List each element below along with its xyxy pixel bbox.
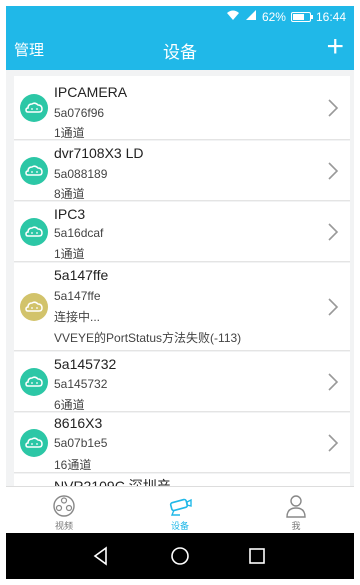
cloud-status-icon — [20, 293, 48, 321]
add-device-button[interactable]: + — [326, 32, 344, 62]
chevron-right-icon — [328, 99, 339, 117]
cloud-status-icon — [20, 429, 48, 457]
device-row[interactable]: 5a147ffe 5a147ffe 连接中... VVEYE的PortStatu… — [14, 263, 350, 351]
wifi-icon — [226, 9, 240, 24]
clock: 16:44 — [315, 9, 346, 24]
title-bar: 管理 设备 + — [6, 28, 354, 70]
device-name: IPC3 — [54, 206, 86, 222]
film-reel-icon — [53, 495, 75, 517]
nav-me[interactable]: 我 — [238, 487, 354, 534]
device-id: 5a07b1e5 — [54, 436, 108, 450]
system-nav-bar — [6, 533, 354, 579]
device-id: 5a147ffe — [54, 289, 101, 303]
device-channels: 1通道 — [54, 247, 85, 261]
cloud-status-icon — [20, 368, 48, 396]
device-id: 5a16dcaf — [54, 226, 104, 240]
back-triangle-icon[interactable] — [90, 545, 112, 567]
device-row[interactable]: dvr7108X3 LD 5a088189 8通道 — [14, 141, 350, 201]
camera-icon — [169, 498, 192, 516]
nav-video-label: 视频 — [54, 521, 73, 531]
device-channels: 6通道 — [54, 398, 85, 412]
device-row[interactable]: 5a145732 5a145732 6通道 — [14, 352, 350, 412]
device-row[interactable]: 8616X3 5a07b1e5 16通道 — [14, 413, 350, 473]
signal-icon — [245, 9, 257, 24]
device-name: dvr7108X3 LD — [54, 145, 144, 161]
device-id: 5a145732 — [54, 377, 108, 391]
device-list: IPCAMERA 5a076f96 1通道 dvr7108X3 LD 5a088… — [6, 70, 354, 486]
chevron-right-icon — [328, 434, 339, 452]
bottom-nav: 视频 设备 我 — [6, 486, 354, 533]
device-channels: 8通道 — [54, 187, 85, 201]
device-name: 8616X3 — [54, 415, 103, 431]
chevron-right-icon — [328, 162, 339, 180]
chevron-right-icon — [328, 298, 339, 316]
device-row[interactable]: IPCAMERA 5a076f96 1通道 — [14, 76, 350, 140]
device-name: 5a147ffe — [54, 267, 109, 283]
device-row[interactable]: NVR2109C 深圳产 — [14, 474, 350, 486]
status-right: 62% 16:44 — [226, 9, 346, 24]
recents-square-icon[interactable] — [246, 545, 268, 567]
person-icon — [286, 495, 306, 518]
cloud-status-icon — [20, 94, 48, 122]
device-channels: 16通道 — [54, 458, 92, 472]
device-id: 5a076f96 — [54, 106, 105, 120]
nav-devices[interactable]: 设备 — [122, 487, 238, 534]
cloud-status-icon — [20, 157, 48, 185]
home-circle-icon[interactable] — [169, 545, 191, 567]
nav-me-label: 我 — [291, 521, 301, 531]
status-bar: 62% 16:44 — [6, 6, 354, 28]
nav-video[interactable]: 视频 — [6, 487, 122, 534]
battery-icon — [290, 11, 313, 22]
error-message: VVEYE的PortStatus方法失败(-113) — [54, 331, 242, 345]
chevron-right-icon — [328, 373, 339, 391]
device-name: NVR2109C 深圳产 — [54, 478, 171, 486]
device-channels: 1通道 — [54, 126, 85, 140]
device-name: 5a145732 — [54, 356, 117, 372]
connection-state: 连接中... — [54, 310, 101, 324]
chevron-right-icon — [328, 223, 339, 241]
battery-percent: 62% — [261, 9, 286, 24]
device-row[interactable]: IPC3 5a16dcaf 1通道 — [14, 202, 350, 262]
nav-devices-label: 设备 — [170, 521, 189, 531]
page-title: 设备 — [163, 43, 197, 62]
device-name: IPCAMERA — [54, 84, 128, 100]
device-id: 5a088189 — [54, 167, 108, 181]
cloud-status-icon — [20, 218, 48, 246]
screen: 62% 16:44 管理 设备 + IPCAMERA 5a076f96 1通道 … — [6, 6, 354, 579]
